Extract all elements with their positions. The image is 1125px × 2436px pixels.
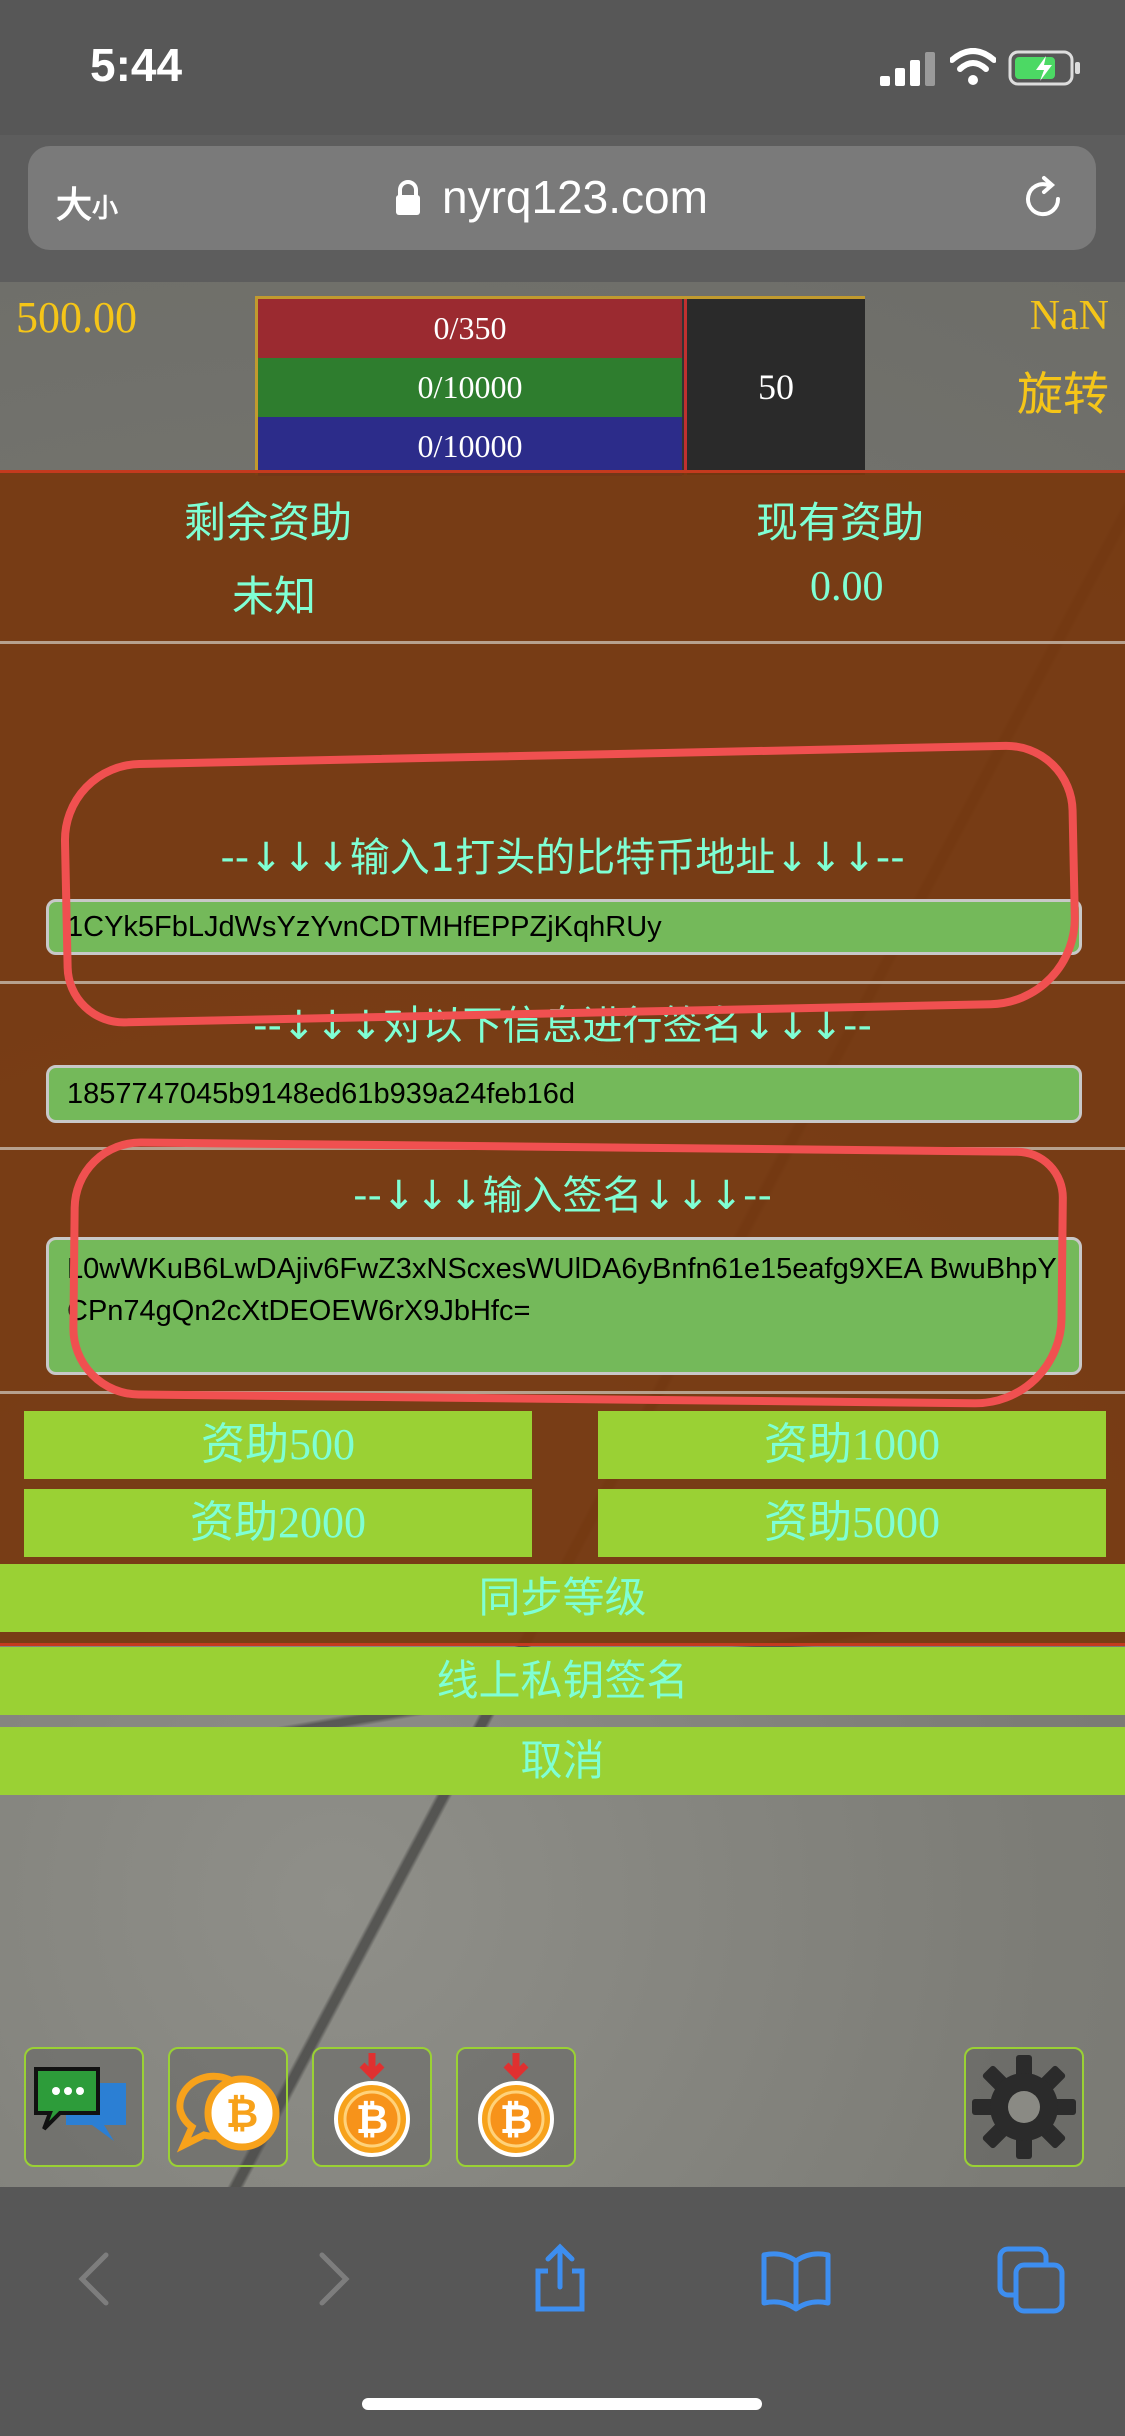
annotation-circle bbox=[59, 740, 1081, 1028]
tabs-icon[interactable] bbox=[996, 2243, 1068, 2315]
donate-5000-button[interactable]: 资助5000 bbox=[598, 1489, 1106, 1557]
bitcoin-chat-button[interactable]: ₿ bbox=[168, 2047, 288, 2167]
level-value: 50 bbox=[684, 299, 865, 475]
chat-icon bbox=[34, 2067, 126, 2141]
text-size-big: 大 bbox=[56, 185, 93, 226]
reload-icon[interactable] bbox=[1018, 174, 1068, 224]
lock-icon bbox=[396, 180, 420, 215]
settings-button[interactable] bbox=[964, 2047, 1084, 2167]
message-input[interactable]: 1857747045b9148ed61b939a24feb16d bbox=[46, 1065, 1082, 1123]
annotation-circle bbox=[68, 1137, 1068, 1409]
svg-text:₿: ₿ bbox=[226, 2091, 259, 2137]
battery-icon bbox=[1008, 50, 1080, 86]
online-sign-button[interactable]: 线上私钥签名 bbox=[0, 1647, 1125, 1715]
cancel-button[interactable]: 取消 bbox=[0, 1727, 1125, 1795]
remaining-label: 剩余资助 bbox=[184, 498, 353, 547]
share-icon[interactable] bbox=[524, 2243, 596, 2315]
current-value: 0.00 bbox=[810, 564, 884, 610]
donate-500-button[interactable]: 资助500 bbox=[24, 1411, 532, 1479]
stats-box: 0/350 0/10000 0/10000 50 bbox=[255, 296, 865, 476]
wifi-icon bbox=[950, 48, 996, 85]
svg-text:₿: ₿ bbox=[356, 2097, 389, 2143]
nan-label: NaN bbox=[1029, 293, 1109, 339]
svg-text:₿: ₿ bbox=[500, 2097, 533, 2143]
home-indicator bbox=[362, 2398, 762, 2410]
back-icon[interactable] bbox=[62, 2243, 134, 2315]
status-time: 5:44 bbox=[90, 39, 183, 91]
text-size-button[interactable]: 大小 bbox=[56, 176, 118, 228]
bitcoin-chat-icon: ₿ bbox=[176, 2072, 280, 2153]
game-content: 500.00 NaN 旋转 0/350 0/10000 0/10000 50 剩… bbox=[0, 282, 1125, 2187]
donate-1000-button[interactable]: 资助1000 bbox=[598, 1411, 1106, 1479]
sync-level-button[interactable]: 同步等级 bbox=[0, 1564, 1125, 1632]
bitcoin-download-button[interactable]: ₿ bbox=[456, 2047, 576, 2167]
forward-icon[interactable] bbox=[294, 2243, 366, 2315]
bitcoin-download-icon: ₿ bbox=[334, 2053, 410, 2157]
bitcoin-download-button[interactable]: ₿ bbox=[312, 2047, 432, 2167]
bitcoin-download-icon: ₿ bbox=[478, 2053, 554, 2157]
current-label: 现有资助 bbox=[756, 498, 925, 547]
rotate-button[interactable]: 旋转 bbox=[1017, 358, 1109, 424]
gear-icon bbox=[972, 2055, 1076, 2159]
divider bbox=[0, 641, 1125, 644]
green-bar: 0/10000 bbox=[258, 358, 682, 417]
chat-button[interactable] bbox=[24, 2047, 144, 2167]
remaining-value: 未知 bbox=[232, 572, 317, 621]
bookmarks-icon[interactable] bbox=[760, 2243, 832, 2315]
donate-2000-button[interactable]: 资助2000 bbox=[24, 1489, 532, 1557]
url-text[interactable]: nyrq123.com bbox=[442, 170, 708, 224]
balance-value: 500.00 bbox=[16, 293, 137, 342]
hp-bar: 0/350 bbox=[258, 299, 682, 358]
signal-icon bbox=[880, 52, 935, 86]
blue-bar: 0/10000 bbox=[258, 417, 682, 476]
donate-panel: 剩余资助 现有资助 未知 0.00 --↓↓↓输入1打头的比特币地址↓↓↓-- … bbox=[0, 470, 1125, 1795]
text-size-small: 小 bbox=[92, 194, 119, 224]
